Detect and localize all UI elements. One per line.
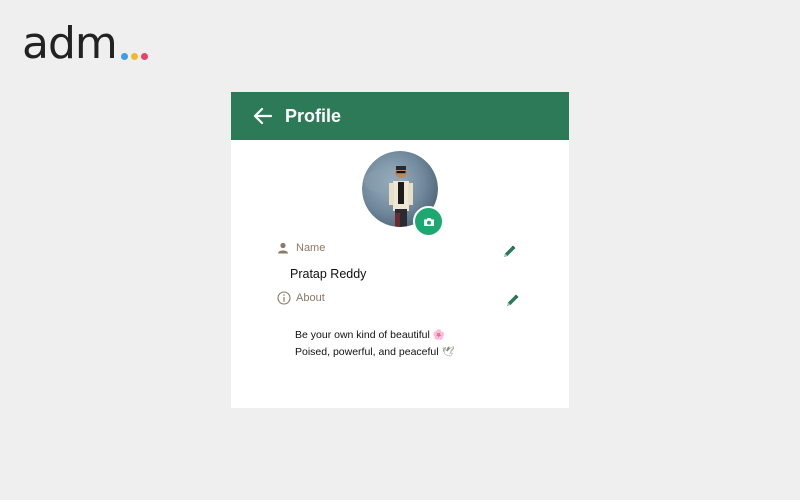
about-line-text: Poised, powerful, and peaceful: [295, 346, 439, 358]
logo-dot-yellow: [130, 53, 138, 60]
about-line: Poised, powerful, and peaceful 🕊: [295, 344, 454, 361]
profile-header: Profile: [231, 92, 569, 140]
logo-dot-red: [140, 53, 148, 60]
name-label: Name: [296, 242, 326, 254]
about-line: Be your own kind of beautiful 🌸: [295, 327, 454, 344]
about-text: Be your own kind of beautiful 🌸 Poised, …: [295, 327, 454, 361]
camera-icon: [423, 217, 434, 226]
pencil-icon[interactable]: [504, 293, 520, 309]
logo-dot-blue: [120, 53, 128, 60]
change-photo-button[interactable]: [413, 206, 444, 237]
name-value: Pratap Reddy: [290, 267, 367, 281]
flower-icon: 🌸: [432, 330, 446, 341]
logo-text: adm: [22, 18, 118, 69]
back-button[interactable]: [251, 104, 275, 128]
person-icon: [278, 242, 288, 254]
arrow-left-icon: [253, 107, 273, 125]
logo-dots: [120, 53, 148, 60]
info-icon: [277, 291, 291, 305]
avatar-container: [362, 151, 444, 237]
about-label: About: [296, 292, 325, 304]
pencil-icon[interactable]: [501, 244, 517, 260]
about-line-text: Be your own kind of beautiful: [295, 329, 430, 341]
page-title: Profile: [285, 105, 342, 126]
adm-logo: adm: [22, 22, 148, 66]
dove-icon: 🕊: [441, 347, 455, 358]
profile-card: Profile Name Pratap Reddy About Be your …: [231, 92, 569, 408]
